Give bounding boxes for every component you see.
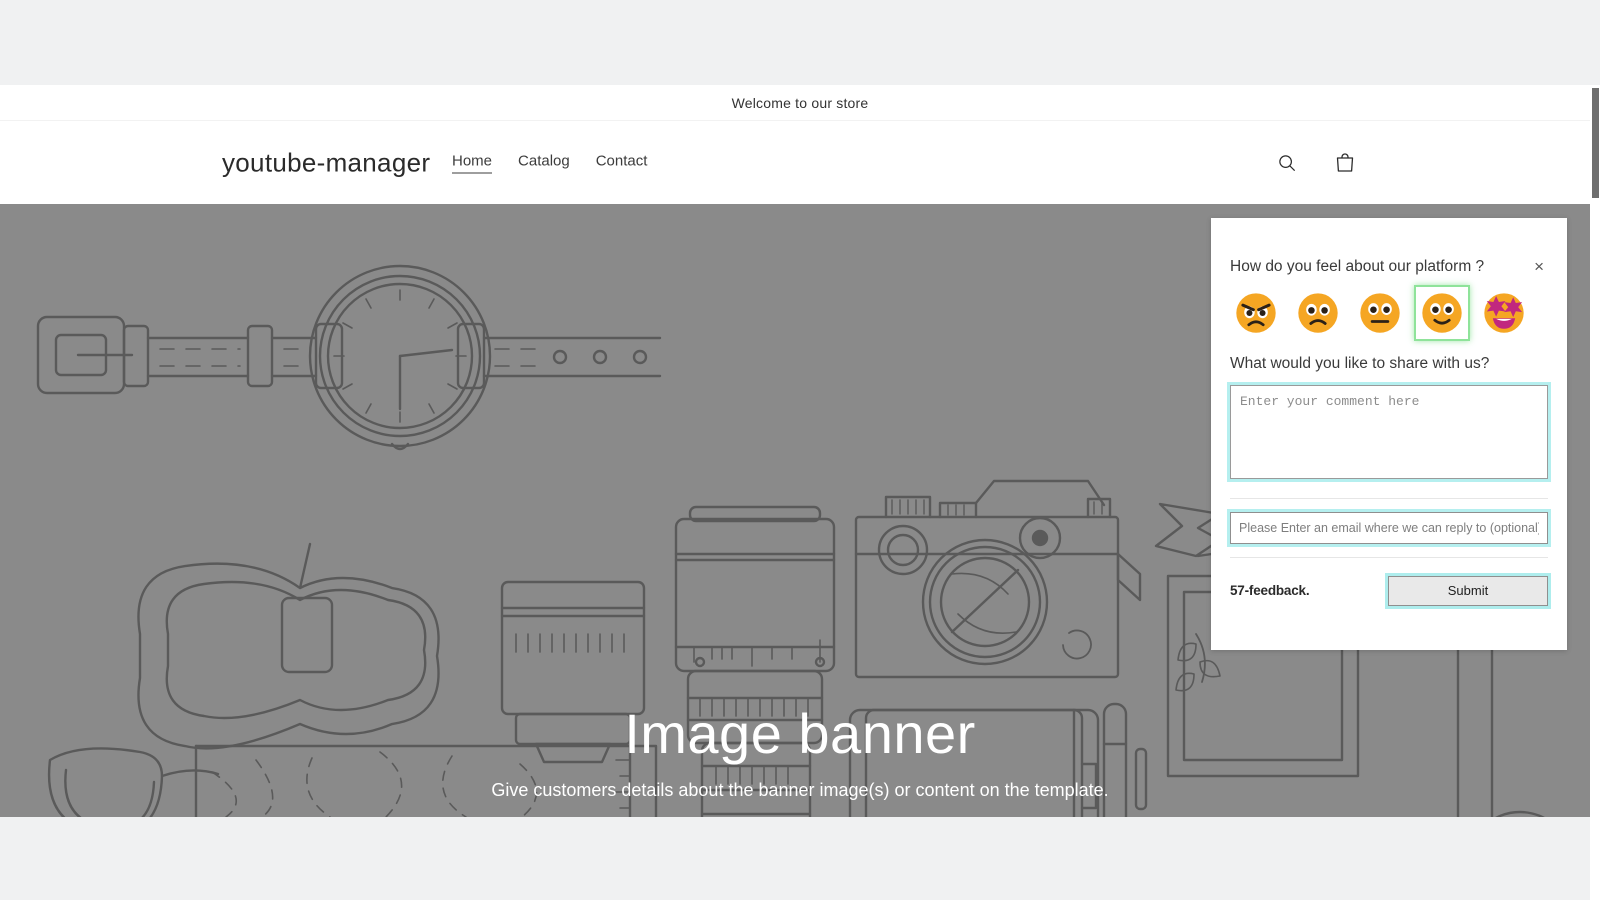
header-icons: [1270, 146, 1362, 180]
announcement-text: Welcome to our store: [731, 94, 869, 111]
main-nav: Home Catalog Contact: [452, 152, 647, 173]
page-bottom-strip: [0, 817, 1600, 900]
hero-title: Image banner: [624, 702, 976, 766]
rating-option-happy[interactable]: [1416, 286, 1468, 339]
nav-item-home[interactable]: Home: [452, 152, 493, 173]
feedback-count-label: 57-feedback.: [1230, 583, 1310, 599]
feedback-share-prompt: What would you like to share with us?: [1230, 354, 1490, 372]
nav-item-contact[interactable]: Contact: [596, 153, 648, 173]
screen: Welcome to our store youtube-manager Hom…: [0, 0, 1600, 900]
divider-top: [1230, 497, 1548, 499]
feedback-question: How do you feel about our platform ?: [1230, 258, 1485, 275]
site-header: youtube-manager Home Catalog Contact: [0, 121, 1600, 204]
rating-option-sad[interactable]: [1292, 287, 1344, 339]
feedback-widget: How do you feel about our platform ? × W…: [1211, 218, 1567, 650]
submit-button[interactable]: Submit: [1388, 575, 1548, 606]
happy-face-icon: [1422, 292, 1462, 333]
rating-option-neutral[interactable]: [1354, 287, 1406, 339]
email-input[interactable]: [1230, 511, 1548, 544]
rating-option-star-struck[interactable]: [1478, 287, 1530, 339]
search-icon: [1279, 154, 1295, 171]
angry-face-icon: [1236, 292, 1276, 333]
comment-input[interactable]: [1230, 384, 1548, 479]
nav-item-catalog[interactable]: Catalog: [518, 153, 570, 173]
brand-logo[interactable]: youtube-manager: [222, 147, 430, 178]
browser-chrome-top: [0, 0, 1600, 85]
rating-emoji-row: [1230, 286, 1548, 339]
feedback-footer: 57-feedback. Submit: [1230, 575, 1548, 606]
divider-bottom: [1230, 556, 1548, 558]
vertical-scrollbar-track[interactable]: [1590, 85, 1600, 900]
cart-icon: [1336, 152, 1354, 172]
hero-text-block: Image banner Give customers details abou…: [0, 702, 1600, 801]
close-icon[interactable]: ×: [1530, 257, 1548, 276]
vertical-scrollbar-thumb[interactable]: [1592, 88, 1599, 198]
rating-option-angry[interactable]: [1230, 287, 1282, 339]
cart-button[interactable]: [1328, 146, 1362, 180]
feedback-header: How do you feel about our platform ? ×: [1230, 218, 1548, 277]
sad-face-icon: [1298, 292, 1338, 333]
announcement-bar: Welcome to our store: [0, 85, 1600, 121]
hero-subtitle: Give customers details about the banner …: [491, 780, 1109, 800]
search-button[interactable]: [1270, 146, 1304, 180]
neutral-face-icon: [1360, 292, 1400, 333]
star-struck-face-icon: [1484, 292, 1524, 333]
